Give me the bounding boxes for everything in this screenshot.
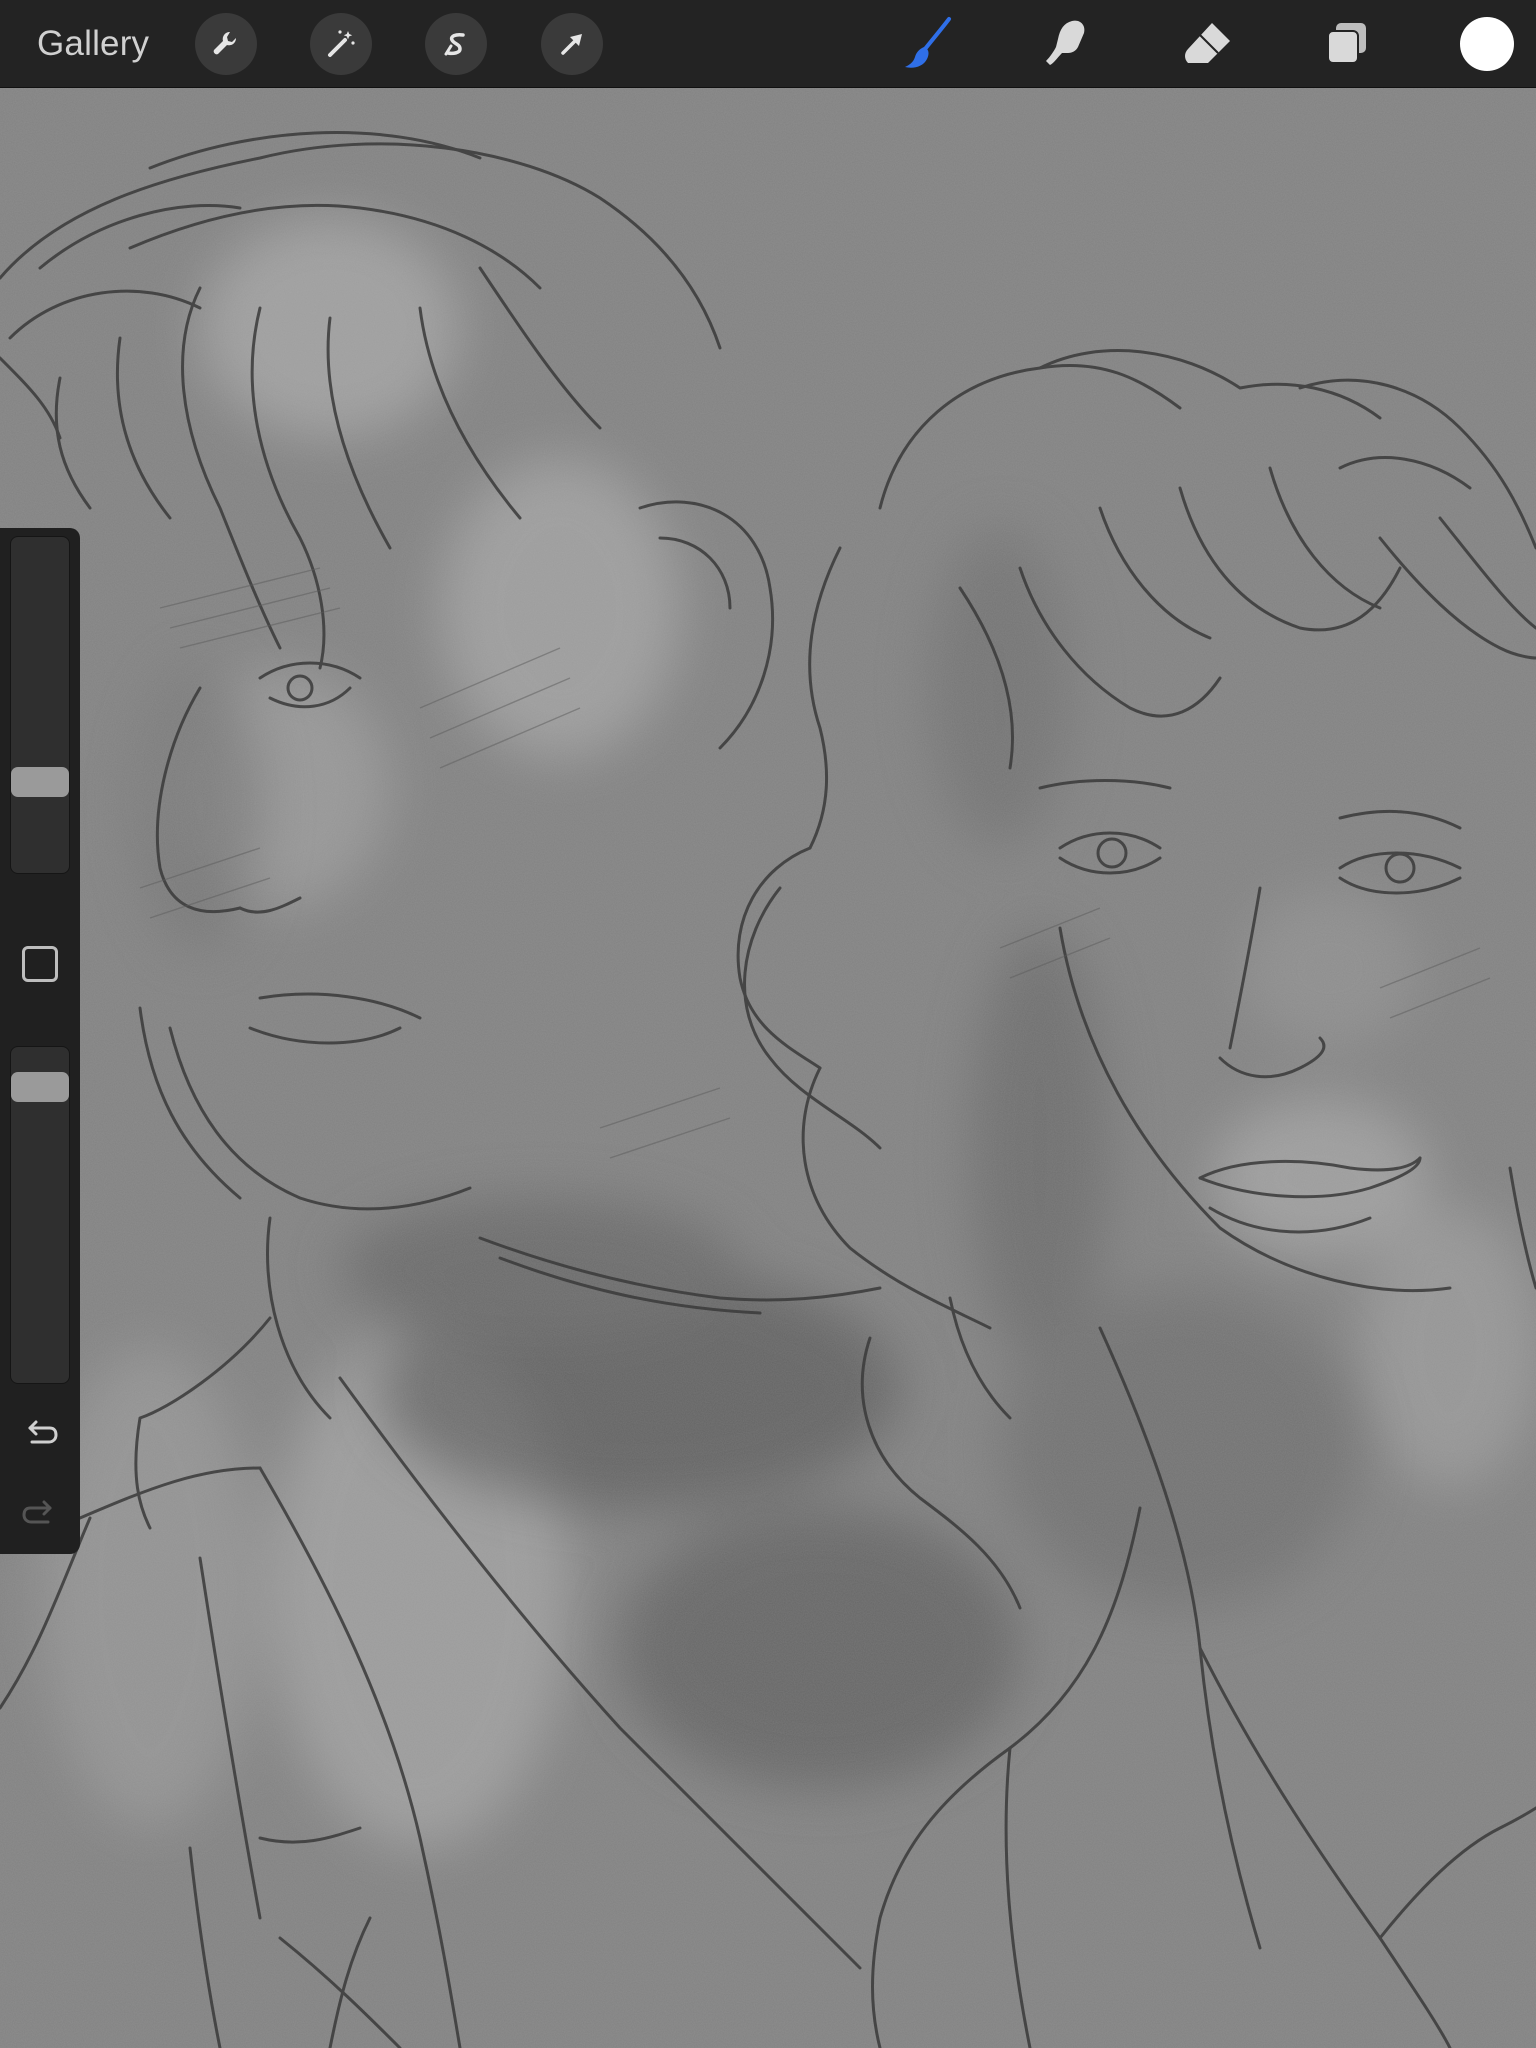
brush-icon xyxy=(905,17,951,68)
brush-size-slider[interactable] xyxy=(10,536,70,874)
redo-button[interactable] xyxy=(20,1494,60,1534)
sketch-artwork xyxy=(0,88,1536,2048)
brush-opacity-slider-thumb[interactable] xyxy=(11,1071,69,1102)
color-picker-swatch[interactable] xyxy=(1460,17,1514,71)
smudge-finger-icon xyxy=(1046,20,1085,65)
eraser-icon xyxy=(1185,23,1230,63)
eraser-tool-button[interactable] xyxy=(1173,10,1241,78)
procreate-app: Gallery xyxy=(0,0,1536,2048)
undo-button[interactable] xyxy=(20,1414,60,1454)
gallery-button[interactable]: Gallery xyxy=(37,0,149,88)
brush-size-slider-thumb[interactable] xyxy=(11,767,69,798)
wrench-icon xyxy=(213,31,237,55)
transform-button[interactable] xyxy=(541,13,603,75)
redo-arrow-icon xyxy=(22,1500,52,1524)
brush-tool-button[interactable] xyxy=(894,10,962,78)
modify-button[interactable] xyxy=(22,946,58,982)
drawing-canvas[interactable] xyxy=(0,88,1536,2048)
top-toolbar: Gallery xyxy=(0,0,1536,88)
layers-icon xyxy=(1327,23,1366,64)
selection-button[interactable] xyxy=(425,13,487,75)
layers-button[interactable] xyxy=(1313,10,1381,78)
smudge-tool-button[interactable] xyxy=(1033,10,1101,78)
arrow-cursor-icon xyxy=(561,34,582,55)
selection-s-icon xyxy=(444,33,465,56)
brush-opacity-slider[interactable] xyxy=(10,1046,70,1384)
actions-button[interactable] xyxy=(195,13,257,75)
undo-arrow-icon xyxy=(28,1420,58,1444)
brush-sidebar xyxy=(0,528,80,1554)
adjustments-button[interactable] xyxy=(310,13,372,75)
magic-wand-icon xyxy=(328,30,355,57)
